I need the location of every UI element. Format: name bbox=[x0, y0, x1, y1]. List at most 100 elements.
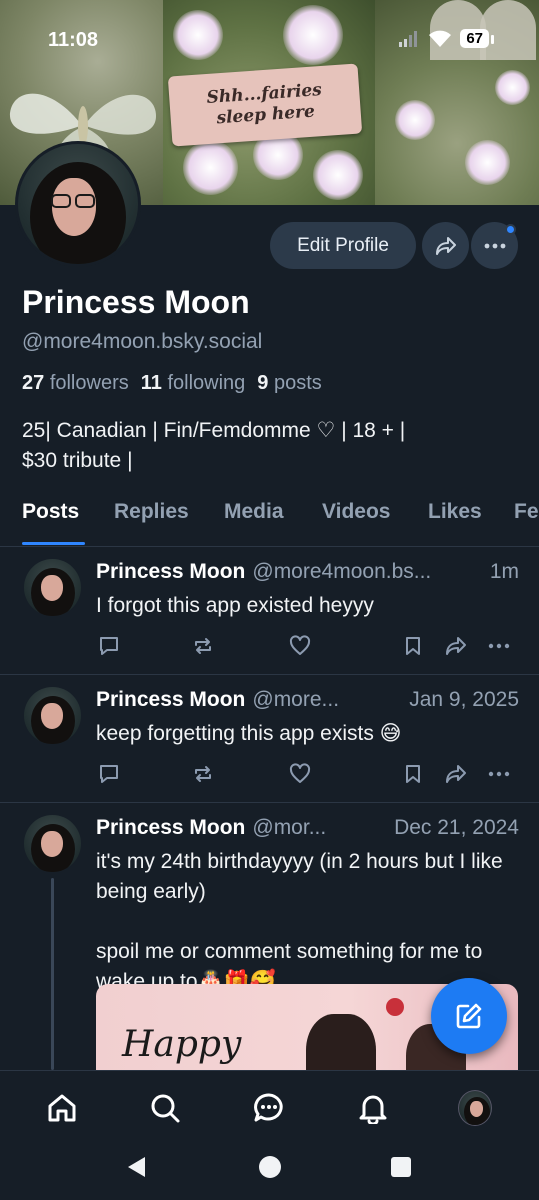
share-post-button[interactable] bbox=[443, 761, 469, 787]
bottom-navigation bbox=[0, 1070, 539, 1145]
system-back-button[interactable] bbox=[128, 1157, 145, 1177]
post-author-handle: @more4moon.bs... bbox=[252, 560, 432, 583]
tab-feeds[interactable]: Fe bbox=[514, 500, 539, 524]
nav-notifications[interactable] bbox=[356, 1091, 390, 1125]
compose-icon bbox=[456, 1003, 482, 1029]
post-author-name[interactable]: Princess Moon bbox=[96, 560, 245, 584]
bookmark-icon bbox=[406, 765, 420, 783]
post-timestamp[interactable]: Dec 21, 2024 bbox=[394, 816, 519, 840]
fairy-sign: Shh...fairies sleep here bbox=[167, 63, 363, 147]
bio-line: $30 tribute | bbox=[22, 449, 133, 472]
share-profile-button[interactable] bbox=[422, 222, 469, 269]
nav-profile[interactable] bbox=[458, 1090, 492, 1126]
like-button[interactable] bbox=[287, 633, 313, 659]
nav-chat[interactable] bbox=[252, 1091, 286, 1125]
post-header: Princess Moon @more... Jan 9, 2025 bbox=[96, 688, 519, 712]
chat-icon bbox=[254, 1093, 283, 1122]
system-navigation-bar bbox=[0, 1145, 539, 1200]
like-icon bbox=[289, 763, 311, 783]
following-count: 11 bbox=[140, 372, 162, 394]
tab-posts[interactable]: Posts bbox=[22, 500, 79, 524]
post-item[interactable]: Princess Moon @more4moon.bs... 1m I forg… bbox=[0, 547, 539, 675]
profile-tabs: Posts Replies Media Videos Likes Fe bbox=[0, 499, 539, 547]
post-more-button[interactable] bbox=[486, 761, 512, 787]
share-icon bbox=[446, 637, 466, 655]
flower-decoration bbox=[313, 150, 363, 200]
home-icon bbox=[48, 1094, 76, 1122]
more-icon bbox=[488, 771, 510, 777]
avatar-glasses bbox=[75, 194, 95, 208]
system-home-button[interactable] bbox=[259, 1156, 281, 1178]
bookmark-icon bbox=[406, 637, 420, 655]
bookmark-button[interactable] bbox=[400, 633, 426, 659]
repost-button[interactable] bbox=[190, 761, 216, 787]
avatar-face bbox=[41, 703, 63, 729]
more-icon bbox=[484, 243, 505, 248]
profile-handle: @more4moon.bsky.social bbox=[22, 330, 263, 353]
share-post-button[interactable] bbox=[443, 633, 469, 659]
post-author-name[interactable]: Princess Moon bbox=[96, 816, 245, 840]
followers-link[interactable]: 27 followers bbox=[22, 372, 129, 395]
status-bar: 11:08 67 bbox=[0, 22, 539, 62]
compose-post-button[interactable] bbox=[431, 978, 507, 1054]
avatar-face bbox=[41, 831, 63, 857]
signal-icon bbox=[399, 30, 418, 47]
bookmark-button[interactable] bbox=[400, 761, 426, 787]
post-timestamp[interactable]: Jan 9, 2025 bbox=[409, 688, 519, 712]
profile-display-name: Princess Moon bbox=[22, 284, 250, 320]
following-label: following bbox=[167, 372, 246, 394]
post-timestamp[interactable]: 1m bbox=[490, 560, 519, 584]
flower-decoration bbox=[495, 70, 530, 105]
followers-count: 27 bbox=[22, 372, 45, 394]
wifi-icon bbox=[429, 30, 452, 47]
flower-decoration bbox=[395, 100, 435, 140]
profile-stats: 27 followers 11 following 9 posts bbox=[22, 372, 322, 395]
repost-button[interactable] bbox=[190, 633, 216, 659]
post-text: keep forgetting this app exists 😅 bbox=[96, 722, 402, 745]
following-link[interactable]: 11 following bbox=[141, 372, 246, 395]
tab-media[interactable]: Media bbox=[224, 500, 284, 524]
post-author-name[interactable]: Princess Moon bbox=[96, 688, 245, 712]
image-caption: Happy bbox=[122, 1024, 242, 1065]
repost-icon bbox=[195, 766, 211, 782]
nav-home[interactable] bbox=[45, 1091, 79, 1125]
profile-avatar[interactable] bbox=[15, 141, 141, 267]
more-options-button[interactable] bbox=[471, 222, 518, 269]
post-header: Princess Moon @more4moon.bs... 1m bbox=[96, 560, 519, 584]
posts-stat: 9 posts bbox=[257, 372, 322, 395]
post-author-handle: @more... bbox=[252, 688, 340, 711]
nav-search[interactable] bbox=[148, 1091, 182, 1125]
thread-line bbox=[51, 878, 54, 1070]
profile-avatar-small bbox=[458, 1090, 492, 1126]
posts-count: 9 bbox=[257, 372, 269, 394]
reply-icon bbox=[100, 637, 118, 655]
sign-text: Shh...fairies sleep here bbox=[206, 80, 323, 129]
post-avatar[interactable] bbox=[24, 687, 81, 744]
like-button[interactable] bbox=[287, 761, 313, 787]
post-avatar[interactable] bbox=[24, 815, 81, 872]
balloon-decoration bbox=[386, 998, 404, 1016]
like-icon bbox=[289, 635, 311, 655]
tab-likes[interactable]: Likes bbox=[428, 500, 482, 524]
notification-dot bbox=[505, 224, 516, 235]
active-tab-indicator bbox=[22, 542, 85, 545]
post-text: I forgot this app existed heyyy bbox=[96, 594, 374, 617]
bell-icon bbox=[359, 1095, 387, 1124]
bio-line: 25| Canadian | Fin/Femdomme ♡ | 18 + | bbox=[22, 419, 406, 442]
post-author-handle: @mor... bbox=[252, 816, 327, 839]
post-text: it's my 24th birthdayyyy (in 2 hours but… bbox=[96, 850, 503, 993]
posts-label: posts bbox=[273, 372, 322, 394]
tab-replies[interactable]: Replies bbox=[114, 500, 189, 524]
post-actions bbox=[96, 633, 520, 659]
followers-label: followers bbox=[49, 372, 129, 394]
post-avatar[interactable] bbox=[24, 559, 81, 616]
post-more-button[interactable] bbox=[486, 633, 512, 659]
reply-button[interactable] bbox=[96, 633, 122, 659]
more-icon bbox=[488, 643, 510, 649]
share-icon bbox=[435, 236, 456, 255]
tab-videos[interactable]: Videos bbox=[322, 500, 390, 524]
edit-profile-button[interactable]: Edit Profile bbox=[270, 222, 416, 269]
post-item[interactable]: Princess Moon @more... Jan 9, 2025 keep … bbox=[0, 675, 539, 803]
system-recents-button[interactable] bbox=[391, 1157, 411, 1177]
reply-button[interactable] bbox=[96, 761, 122, 787]
